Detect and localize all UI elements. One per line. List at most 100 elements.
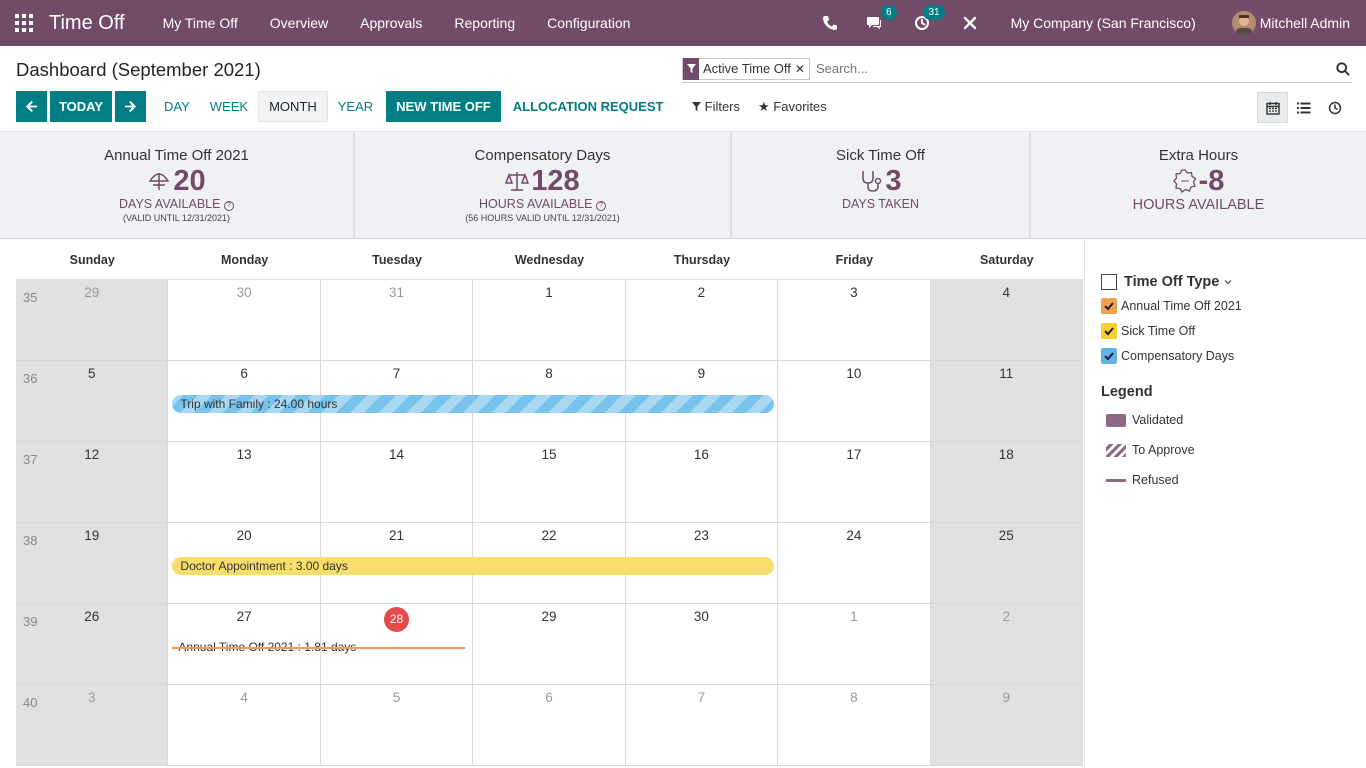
calendar-day-cell[interactable]: 8 — [778, 685, 931, 766]
day-number: 20 — [236, 528, 252, 543]
calendar-day-cell[interactable]: 29 — [473, 604, 626, 685]
today-button[interactable]: TODAY — [50, 91, 112, 122]
filter-compensatory-days[interactable]: Compensatory Days — [1101, 348, 1234, 364]
stat-title: Compensatory Days — [474, 147, 611, 164]
checkbox-checked-icon[interactable] — [1101, 323, 1117, 339]
weekday-saturday: Saturday — [980, 253, 1034, 267]
company-switcher[interactable]: My Company (San Francisco) — [1011, 15, 1196, 31]
stat-unit: DAYS AVAILABLE — [119, 197, 221, 211]
calendar-day-cell[interactable]: 24 — [778, 523, 931, 604]
select-all-checkbox[interactable] — [1101, 274, 1117, 290]
calendar-day-cell[interactable]: 3 40 — [16, 685, 169, 766]
scale-week-button[interactable]: WEEK — [200, 91, 258, 122]
search-facet[interactable]: Active Time Off ✕ — [682, 57, 810, 80]
facet-remove-icon[interactable]: ✕ — [795, 62, 809, 76]
calendar-day-cell[interactable]: 17 — [778, 442, 931, 523]
menu-overview[interactable]: Overview — [254, 0, 344, 46]
day-number: 4 — [1002, 285, 1011, 300]
search-input[interactable] — [815, 61, 1334, 76]
calendar-day-cell[interactable]: 29 35 — [16, 280, 169, 361]
calendar-day-cell[interactable]: 25 — [930, 523, 1083, 604]
day-number: 6 — [240, 366, 248, 381]
tools-icon[interactable] — [959, 12, 981, 34]
user-menu[interactable]: Mitchell Admin — [1260, 15, 1350, 31]
day-number: 30 — [236, 285, 252, 300]
scale-year-button[interactable]: YEAR — [328, 91, 383, 122]
calendar-day-cell[interactable]: 4 — [930, 280, 1083, 361]
search-icon[interactable] — [1334, 60, 1352, 78]
view-switcher — [1257, 92, 1350, 123]
messages-icon[interactable]: 6 — [863, 5, 897, 34]
previous-button[interactable] — [16, 91, 47, 122]
filter-facet-icon — [683, 57, 699, 80]
help-icon[interactable]: ? — [595, 201, 606, 211]
event-trip-with-family[interactable]: Trip with Family : 24.00 hours — [172, 395, 775, 413]
star-icon: ★ — [758, 99, 770, 114]
calendar-view-icon[interactable] — [1257, 92, 1288, 123]
calendar-day-cell[interactable]: 5 36 — [16, 361, 169, 442]
apps-menu-icon[interactable] — [0, 0, 48, 46]
calendar-sidepanel: Time Off Type Annual Time Off 2021 Sick … — [1084, 240, 1366, 768]
checkbox-checked-icon[interactable] — [1101, 298, 1117, 314]
stat-value: 128 — [531, 165, 580, 197]
calendar-day-cell[interactable]: 1 — [473, 280, 626, 361]
calendar-day-cell[interactable]: 14 — [320, 442, 474, 523]
phone-icon[interactable] — [819, 12, 841, 34]
calendar-day-cell[interactable]: 2 — [625, 280, 779, 361]
extra-hours-badge-icon — [1172, 169, 1196, 193]
calendar-day-cell[interactable]: 13 — [168, 442, 321, 523]
activity-view-icon[interactable] — [1319, 92, 1350, 123]
list-view-icon[interactable] — [1288, 92, 1319, 123]
scale-day-button[interactable]: DAY — [154, 91, 200, 122]
filters-dropdown[interactable]: Filters — [692, 99, 740, 115]
activities-icon[interactable]: 31 — [911, 5, 945, 34]
stat-value: -8 — [1198, 165, 1225, 197]
new-time-off-button[interactable]: NEW TIME OFF — [386, 91, 501, 122]
checkbox-checked-icon[interactable] — [1101, 348, 1117, 364]
calendar-day-cell[interactable]: 7 — [625, 685, 779, 766]
calendar-day-cell[interactable]: 3 — [778, 280, 931, 361]
menu-reporting[interactable]: Reporting — [438, 0, 531, 46]
menu-my-time-off[interactable]: My Time Off — [147, 0, 254, 46]
calendar-day-cell[interactable]: 5 — [320, 685, 474, 766]
event-doctor-appointment[interactable]: Doctor Appointment : 3.00 days — [172, 557, 775, 575]
calendar-day-cell[interactable]: 1 — [778, 604, 931, 685]
calendar-day-cell[interactable]: 30 — [625, 604, 779, 685]
user-avatar[interactable] — [1231, 11, 1256, 35]
filter-sick-time-off[interactable]: Sick Time Off — [1101, 323, 1195, 339]
calendar-day-cell[interactable]: 10 — [778, 361, 931, 442]
scale-month-button[interactable]: MONTH — [258, 91, 328, 122]
help-icon[interactable]: ? — [223, 201, 234, 211]
day-number: 8 — [545, 366, 553, 381]
allocation-request-button[interactable]: ALLOCATION REQUEST — [503, 91, 674, 122]
calendar-day-cell[interactable]: 6 — [473, 685, 626, 766]
day-number: 11 — [999, 366, 1014, 381]
next-button[interactable] — [115, 91, 146, 122]
calendar-day-cell[interactable]: 31 — [320, 280, 474, 361]
filter-annual-time-off[interactable]: Annual Time Off 2021 — [1101, 298, 1242, 314]
calendar-day-cell[interactable]: 2 — [930, 604, 1083, 685]
calendar-day-cell[interactable]: 4 — [168, 685, 321, 766]
calendar-day-cell[interactable]: 9 — [930, 685, 1083, 766]
calendar-day-cell[interactable]: 26 39 — [16, 604, 169, 685]
weekday-monday: Monday — [221, 253, 269, 267]
calendar-day-cell[interactable]: 15 — [473, 442, 626, 523]
calendar-day-cell[interactable]: 18 — [930, 442, 1083, 523]
app-title[interactable]: Time Off — [49, 12, 125, 35]
day-number: 3 — [87, 690, 96, 705]
facet-label: Active Time Off — [703, 61, 791, 76]
time-off-type-filter[interactable]: Time Off Type — [1101, 274, 1233, 290]
event-annual-time-off[interactable]: Annual Time Off 2021 : 1.81 days — [172, 639, 465, 655]
week-number: 36 — [23, 371, 38, 386]
calendar-day-cell[interactable]: 30 — [168, 280, 321, 361]
day-number: 31 — [389, 285, 405, 300]
calendar-day-cell[interactable]: 11 — [930, 361, 1083, 442]
calendar-day-cell[interactable]: 12 37 — [16, 442, 169, 523]
menu-approvals[interactable]: Approvals — [344, 0, 438, 46]
favorites-dropdown[interactable]: ★ Favorites — [758, 99, 827, 115]
stat-title: Sick Time Off — [836, 147, 925, 164]
calendar-day-cell[interactable]: 19 38 — [16, 523, 169, 604]
calendar-day-cell[interactable]: 16 — [625, 442, 779, 523]
day-number: 1 — [850, 609, 858, 624]
menu-configuration[interactable]: Configuration — [531, 0, 646, 46]
